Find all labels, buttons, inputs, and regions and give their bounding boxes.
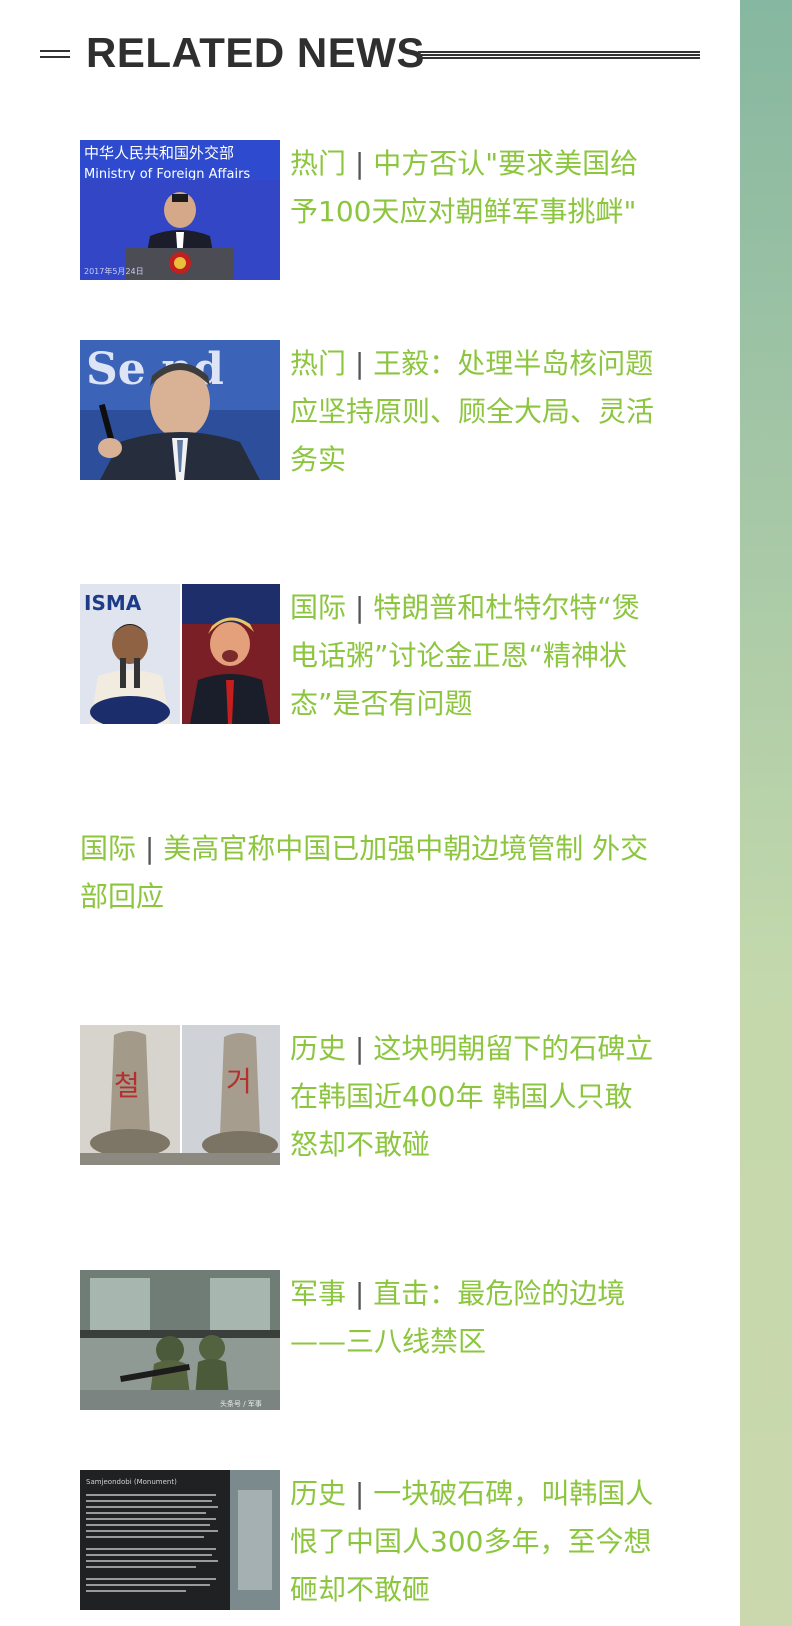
official-portrait-image: Se nd bbox=[80, 340, 280, 480]
soldiers-image: 头条号 / 军事 bbox=[80, 1270, 280, 1410]
news-thumbnail[interactable]: ISMA bbox=[80, 584, 280, 724]
news-title-link[interactable]: 热门 | 王毅：处理半岛核问题应坚持原则、顾全大局、灵活务实 bbox=[290, 340, 660, 484]
svg-text:Samjeondobi (Monument): Samjeondobi (Monument) bbox=[86, 1478, 177, 1486]
side-decoration bbox=[740, 0, 792, 1626]
svg-text:头条号 / 军事: 头条号 / 军事 bbox=[220, 1399, 262, 1408]
svg-text:2017年5月24日: 2017年5月24日 bbox=[84, 266, 144, 276]
spokesperson-podium-image: 中华人民共和国外交部 Ministry of Foreign Affairs 2… bbox=[80, 140, 280, 280]
header-rule-right bbox=[418, 50, 700, 60]
section-title: RELATED NEWS bbox=[86, 29, 425, 76]
svg-text:철: 철 bbox=[114, 1069, 140, 1102]
news-title-link[interactable]: 国际 | 特朗普和杜特尔特“煲电话粥”讨论金正恩“精神状态”是否有问题 bbox=[290, 584, 660, 728]
news-thumbnail[interactable]: 头条号 / 军事 bbox=[80, 1270, 280, 1410]
svg-text:거: 거 bbox=[226, 1065, 252, 1098]
news-title-link[interactable]: 国际 | 美高官称中国已加强中朝边境管制 外交部回应 bbox=[80, 825, 660, 921]
monument-plaque-image: Samjeondobi (Monument) bbox=[80, 1470, 280, 1610]
news-title-link[interactable]: 军事 | 直击：最危险的边境——三八线禁区 bbox=[290, 1270, 660, 1366]
news-thumbnail[interactable]: 철 거 bbox=[80, 1025, 280, 1165]
svg-text:Ministry of Foreign Affairs: Ministry of Foreign Affairs bbox=[84, 167, 250, 182]
two-leaders-image: ISMA bbox=[80, 584, 280, 724]
stone-tablets-image: 철 거 bbox=[80, 1025, 280, 1165]
section-header: RELATED NEWS bbox=[38, 26, 702, 86]
news-title-link[interactable]: 历史 | 一块破石碑，叫韩国人恨了中国人300多年，至今想砸却不敢砸 bbox=[290, 1470, 660, 1614]
svg-text:ISMA: ISMA bbox=[84, 591, 142, 615]
header-rule-left bbox=[40, 50, 70, 58]
news-thumbnail[interactable]: Se nd bbox=[80, 340, 280, 480]
news-thumbnail[interactable]: 中华人民共和国外交部 Ministry of Foreign Affairs 2… bbox=[80, 140, 280, 280]
news-title-link[interactable]: 历史 | 这块明朝留下的石碑立在韩国近400年 韩国人只敢怒却不敢碰 bbox=[290, 1025, 660, 1169]
svg-text:中华人民共和国外交部: 中华人民共和国外交部 bbox=[84, 144, 234, 162]
content-area: RELATED NEWS 中华人民共和国外交部 Ministry of Fore… bbox=[0, 0, 740, 1626]
news-title-link[interactable]: 热门 | 中方否认"要求美国给予100天应对朝鲜军事挑衅" bbox=[290, 140, 660, 236]
news-thumbnail[interactable]: Samjeondobi (Monument) bbox=[80, 1470, 280, 1610]
